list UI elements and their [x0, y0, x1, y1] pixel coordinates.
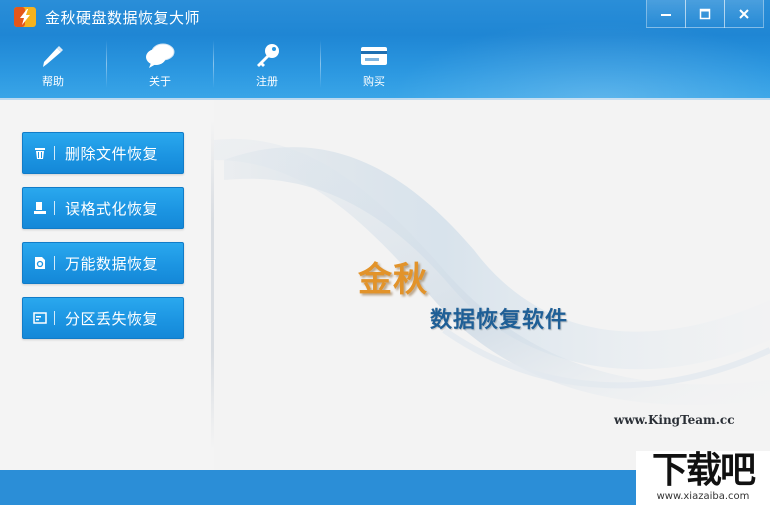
register-button[interactable]: 注册 [214, 36, 320, 94]
trash-icon [35, 148, 45, 159]
watermark-url: www.xiazaiba.com [656, 491, 750, 502]
buy-label: 购买 [363, 75, 385, 88]
button-separator [54, 146, 55, 160]
splash-panel: 金秋 数据恢复软件 www.KingTeam.cc [214, 100, 770, 470]
maximize-button[interactable] [685, 0, 725, 28]
button-separator [54, 311, 55, 325]
window-title: 金秋硬盘数据恢复大师 [45, 9, 201, 27]
partition-recovery-button[interactable]: 分区丢失恢复 [22, 297, 184, 339]
help-label: 帮助 [42, 75, 64, 88]
close-icon [739, 8, 749, 19]
brand-name: 金秋 [358, 260, 428, 300]
brand-subtitle: 数据恢复软件 [430, 307, 569, 333]
deleted-file-recovery-label: 删除文件恢复 [65, 144, 159, 163]
minimize-button[interactable] [646, 0, 686, 28]
format-recovery-button[interactable]: 误格式化恢复 [22, 187, 184, 229]
app-logo-icon [14, 7, 36, 27]
register-label: 注册 [256, 75, 278, 88]
format-recovery-label: 误格式化恢复 [65, 199, 159, 218]
title-bar: 金秋硬盘数据恢复大师 帮助 关于 注册 购买 [0, 0, 770, 100]
brand-url: www.KingTeam.cc [614, 413, 735, 427]
help-button[interactable]: 帮助 [0, 36, 106, 94]
watermark-text: 下载吧 [651, 450, 756, 491]
toolbar: 帮助 关于 注册 购买 [0, 36, 427, 94]
partition-recovery-label: 分区丢失恢复 [65, 309, 159, 328]
watermark: 下载吧 www.xiazaiba.com [636, 451, 770, 505]
window-controls [646, 0, 764, 28]
format-icon [34, 202, 46, 214]
close-button[interactable] [724, 0, 764, 28]
document-search-icon [35, 257, 45, 269]
universal-recovery-label: 万能数据恢复 [65, 254, 159, 273]
deleted-file-recovery-button[interactable]: 删除文件恢复 [22, 132, 184, 174]
button-separator [54, 201, 55, 215]
key-icon [257, 44, 279, 67]
maximize-icon [699, 8, 711, 19]
chat-bubbles-icon [146, 43, 175, 68]
help-pen-icon [43, 46, 63, 67]
card-icon [361, 47, 387, 65]
minimize-icon [661, 13, 671, 16]
partition-icon [33, 312, 47, 324]
about-button[interactable]: 关于 [107, 36, 213, 94]
buy-button[interactable]: 购买 [321, 36, 427, 94]
universal-recovery-button[interactable]: 万能数据恢复 [22, 242, 184, 284]
function-panel: 删除文件恢复 误格式化恢复 万能数据恢复 分区丢失恢复 [0, 100, 214, 470]
about-label: 关于 [149, 75, 171, 88]
button-separator [54, 256, 55, 270]
